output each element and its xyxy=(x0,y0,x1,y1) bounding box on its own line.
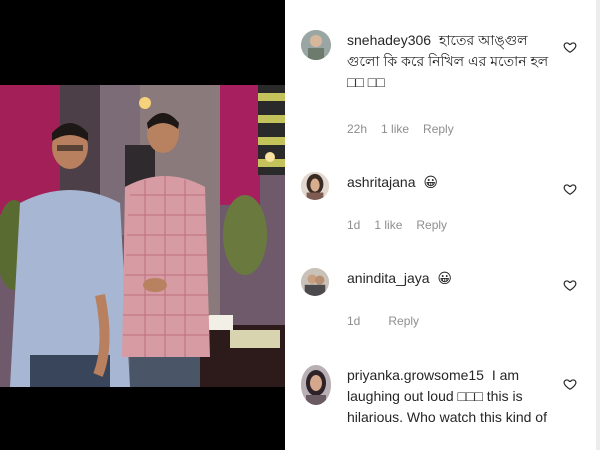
reply-button[interactable]: Reply xyxy=(416,218,447,232)
avatar-photo-icon xyxy=(301,30,331,60)
avatar[interactable] xyxy=(301,172,329,200)
video-frame[interactable] xyxy=(0,85,285,387)
avatar-photo-icon xyxy=(301,268,329,296)
comment-like-count[interactable]: 1 like xyxy=(381,122,409,136)
scrollbar[interactable] xyxy=(596,0,600,450)
heart-outline-icon[interactable] xyxy=(563,40,577,54)
comment-username[interactable]: anindita_jaya xyxy=(347,270,430,286)
video-player[interactable] xyxy=(0,0,285,450)
comment-meta: 22h 1 like Reply xyxy=(347,122,454,136)
comment-text-block: ashritajana 😀 xyxy=(347,172,555,193)
comment-meta: 1d Reply xyxy=(347,314,419,328)
reply-button[interactable]: Reply xyxy=(423,122,454,136)
comment-like-count[interactable]: 1 like xyxy=(374,218,402,232)
comment-text-block: anindita_jaya 😀 xyxy=(347,268,555,289)
comment-time: 22h xyxy=(347,122,368,136)
comments-panel[interactable]: snehadey306 হাতের আঙ্গুল গুলো কি করে নিখ… xyxy=(285,0,600,450)
reply-button[interactable]: Reply xyxy=(388,314,419,328)
comment-text: 😀 xyxy=(423,174,438,190)
heart-outline-icon[interactable] xyxy=(563,377,577,391)
comment-text: 😀 xyxy=(437,270,453,286)
avatar[interactable] xyxy=(301,30,331,60)
video-scene-image xyxy=(0,85,285,387)
comment-text-block: snehadey306 হাতের আঙ্গুল গুলো কি করে নিখ… xyxy=(347,30,555,93)
comment-item: priyanka.growsome15 I am laughing out lo… xyxy=(301,365,577,450)
comment-username[interactable]: priyanka.growsome15 xyxy=(347,367,484,383)
comment-item: ashritajana 😀 1d 1 like Reply xyxy=(301,172,577,242)
comment-time: 1d xyxy=(347,218,361,232)
comment-item: anindita_jaya 😀 1d Reply xyxy=(301,268,577,338)
avatar-photo-icon xyxy=(301,365,331,405)
avatar[interactable] xyxy=(301,365,331,405)
avatar[interactable] xyxy=(301,268,329,296)
heart-outline-icon[interactable] xyxy=(563,182,577,196)
comment-username[interactable]: snehadey306 xyxy=(347,32,431,48)
comment-meta: 1d 1 like Reply xyxy=(347,218,447,232)
avatar-photo-icon xyxy=(301,172,329,200)
comment-time: 1d xyxy=(347,314,361,328)
comment-text-block: priyanka.growsome15 I am laughing out lo… xyxy=(347,365,555,428)
comment-item: snehadey306 হাতের আঙ্গুল গুলো কি করে নিখ… xyxy=(301,30,577,140)
comment-username[interactable]: ashritajana xyxy=(347,174,416,190)
heart-outline-icon[interactable] xyxy=(563,278,577,292)
